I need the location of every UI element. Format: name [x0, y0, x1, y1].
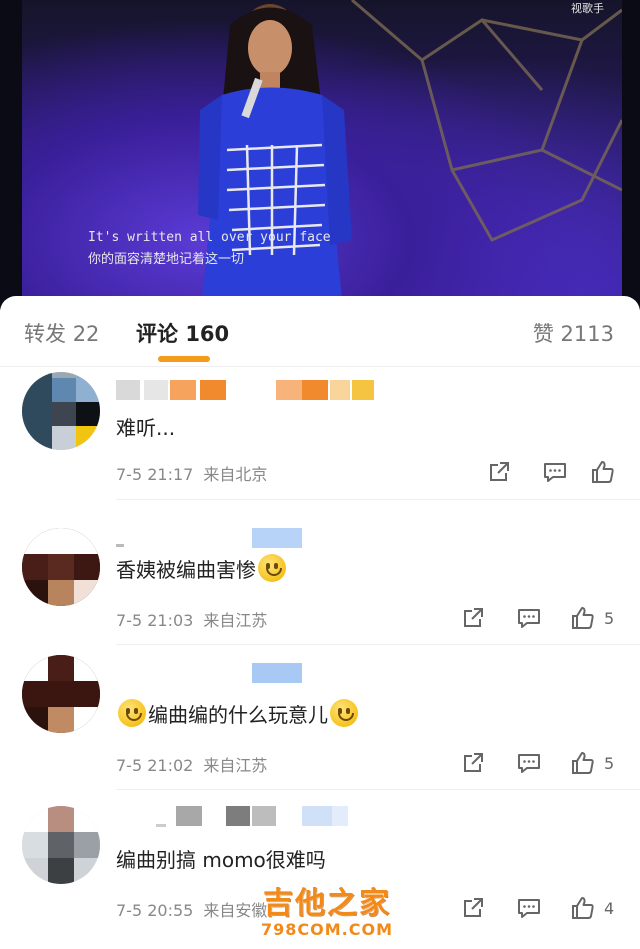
comment-location: 来自江苏	[203, 756, 268, 775]
comment-meta: 7-5 20:55 来自安徽	[116, 897, 267, 921]
avatar[interactable]	[22, 806, 100, 884]
comment-meta: 7-5 21:17 来自北京	[116, 461, 267, 485]
comment-text: 编曲编的什么玩意儿	[116, 699, 360, 728]
comment-location: 来自北京	[203, 465, 268, 484]
site-watermark-cn: 吉他之家	[263, 886, 391, 921]
share-button[interactable]	[460, 749, 486, 777]
tab-bar: 转发 22 评论 160 赞 2113	[0, 296, 640, 366]
comment-item: 香姨被编曲害惨 7-5 21:03 来自江苏 5	[0, 500, 640, 645]
share-icon	[464, 608, 483, 627]
comment-date: 7-5 21:17	[116, 465, 194, 484]
comment-date: 7-5 21:03	[116, 611, 194, 630]
like-button[interactable]: 4	[570, 894, 614, 922]
share-button[interactable]	[460, 604, 486, 632]
reply-button[interactable]	[516, 894, 542, 922]
like-count: 5	[604, 753, 615, 773]
username-redacted	[116, 528, 316, 548]
like-button[interactable]: 5	[570, 604, 614, 632]
tab-comment-count: 160	[185, 322, 230, 346]
comment-meta: 7-5 21:02 来自江苏	[116, 752, 267, 776]
tab-comment[interactable]: 评论 160	[136, 318, 229, 348]
comment-text: 香姨被编曲害惨	[116, 554, 288, 583]
comment-icon	[518, 899, 540, 918]
comment-actions: 4	[460, 894, 616, 922]
username-redacted	[116, 806, 356, 827]
comment-actions: 5	[460, 749, 616, 777]
site-watermark: 吉他之家 798COM.COM	[252, 878, 402, 946]
tab-repost-label: 转发	[24, 322, 66, 346]
like-button[interactable]: 5	[570, 749, 614, 777]
smile-emoji-icon	[330, 699, 358, 727]
tab-divider	[0, 366, 640, 367]
thumb-up-icon	[572, 607, 594, 629]
tab-like-count: 2113	[560, 322, 614, 346]
comment-icon	[544, 463, 566, 482]
comment-icon	[518, 609, 540, 628]
share-icon	[464, 753, 483, 772]
share-icon	[464, 898, 483, 917]
tab-like[interactable]: 赞 2113	[533, 318, 614, 348]
avatar[interactable]	[22, 655, 100, 733]
comment-item: 难听... 7-5 21:17 来自北京	[0, 370, 640, 500]
smile-emoji-icon	[118, 699, 146, 727]
comment-text-body: 编曲编的什么玩意儿	[148, 703, 328, 727]
comment-icon	[518, 754, 540, 773]
subtitle-english: It's written all over your face	[88, 230, 331, 245]
video-player[interactable]: 视歌手 It's written all over your face 你的面容…	[0, 0, 640, 310]
subtitle-chinese: 你的面容清楚地记着这一切	[88, 252, 245, 267]
avatar[interactable]	[22, 528, 100, 606]
thumb-up-icon	[572, 752, 594, 774]
reply-button[interactable]	[516, 749, 542, 777]
comment-date: 7-5 21:02	[116, 756, 194, 775]
tab-repost-count: 22	[72, 322, 100, 346]
comment-item: 编曲编的什么玩意儿 7-5 21:02 来自江苏 5	[0, 645, 640, 790]
active-tab-indicator	[158, 356, 210, 362]
tab-repost[interactable]: 转发 22	[24, 318, 99, 348]
smile-emoji-icon	[258, 554, 286, 582]
like-button[interactable]	[590, 458, 616, 486]
comment-text: 难听...	[116, 416, 176, 440]
share-button[interactable]	[460, 894, 486, 922]
comment-actions: 5	[460, 604, 616, 632]
channel-watermark: 视歌手	[571, 2, 604, 15]
thumb-up-icon	[572, 897, 594, 919]
username-redacted	[116, 663, 316, 683]
share-button[interactable]	[486, 458, 512, 486]
tab-comment-label: 评论	[136, 322, 178, 346]
like-count: 5	[604, 608, 615, 628]
like-count: 4	[604, 898, 615, 918]
site-watermark-en: 798COM.COM	[260, 920, 393, 939]
avatar[interactable]	[22, 372, 100, 450]
reply-button[interactable]	[516, 604, 542, 632]
reply-button[interactable]	[542, 458, 568, 486]
thumb-up-icon	[592, 461, 614, 483]
comment-text: 编曲别搞 momo很难吗	[116, 848, 326, 872]
tab-like-label: 赞	[532, 322, 554, 346]
comment-text-body: 香姨被编曲害惨	[116, 558, 256, 582]
comment-location: 来自江苏	[203, 611, 268, 630]
comment-actions	[486, 458, 616, 486]
comment-date: 7-5 20:55	[116, 901, 194, 920]
share-icon	[490, 462, 509, 481]
comment-meta: 7-5 21:03 来自江苏	[116, 607, 267, 631]
username-redacted	[116, 380, 376, 400]
